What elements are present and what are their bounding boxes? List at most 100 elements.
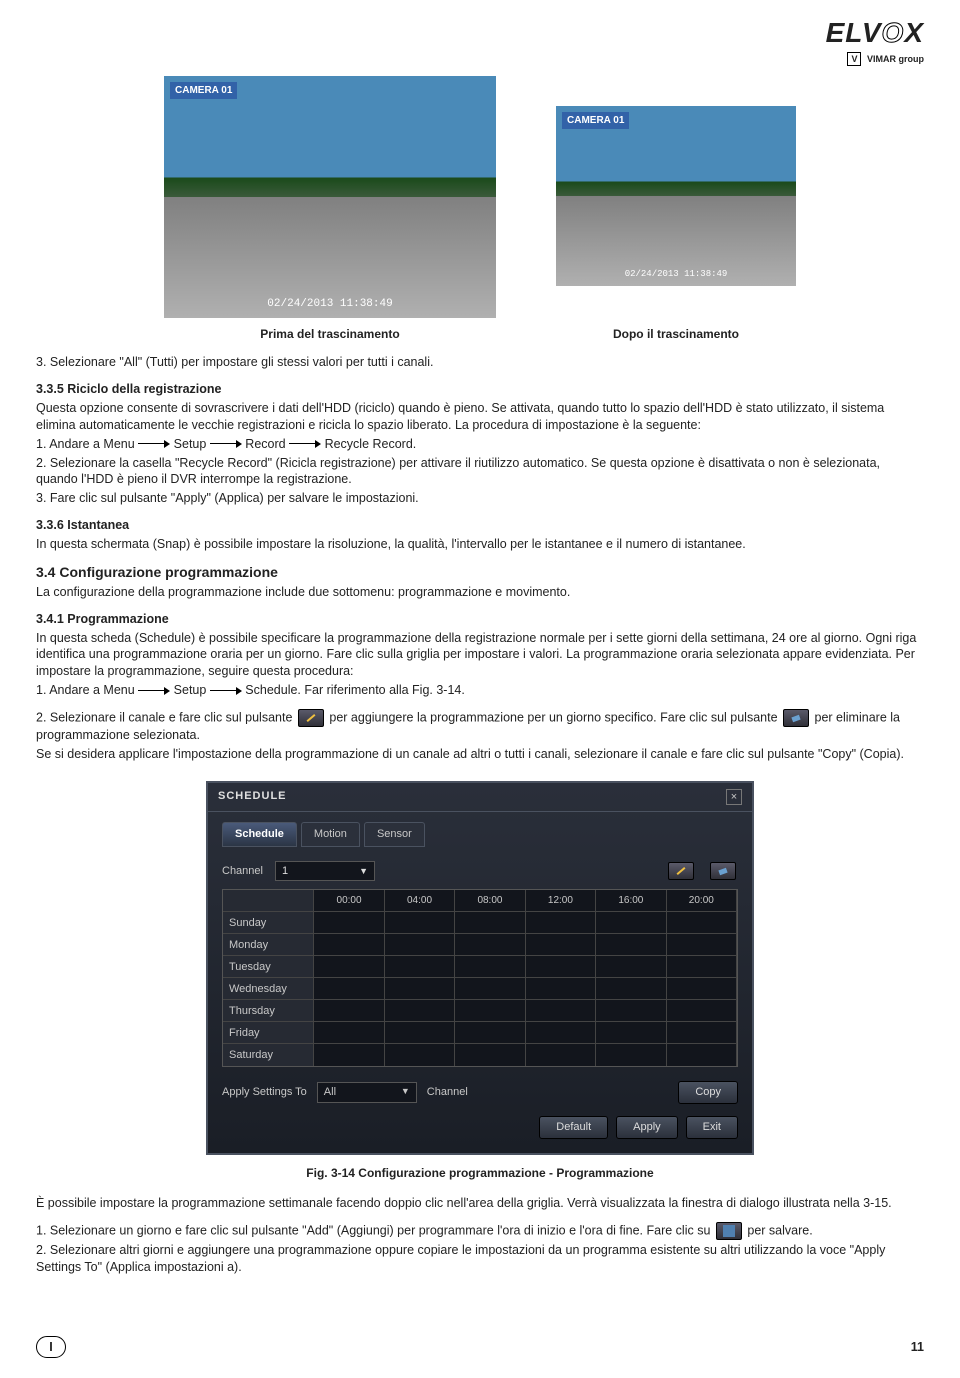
pencil-button[interactable] xyxy=(668,862,694,880)
chevron-down-icon: ▼ xyxy=(401,1085,410,1100)
eraser-button[interactable] xyxy=(710,862,736,880)
apply-button[interactable]: Apply xyxy=(616,1116,678,1139)
grid-cell[interactable] xyxy=(455,1000,525,1021)
grid-cell[interactable] xyxy=(526,956,596,977)
grid-cell[interactable] xyxy=(385,1022,455,1043)
channel-label2: Channel xyxy=(427,1085,468,1100)
camera-before: CAMERA 01 02/24/2013 11:38:49 xyxy=(164,76,496,318)
grid-cell[interactable] xyxy=(314,1022,384,1043)
header: ELVOX V VIMAR group xyxy=(36,14,924,66)
body-text: Se si desidera applicare l'impostazione … xyxy=(36,746,924,763)
body-text: 2. Selezionare la casella "Recycle Recor… xyxy=(36,455,924,489)
grid-header: 12:00 xyxy=(526,890,596,911)
nav-path: 1. Andare a Menu Setup Record Recycle Re… xyxy=(36,436,924,453)
caption-after: Dopo il trascinamento xyxy=(556,326,796,342)
grid-cell[interactable] xyxy=(526,934,596,955)
grid-cell[interactable] xyxy=(455,978,525,999)
grid-day: Friday xyxy=(223,1022,314,1043)
page-number: 11 xyxy=(911,1339,924,1356)
section-335-title: 3.3.5 Riciclo della registrazione xyxy=(36,381,924,398)
grid-day: Monday xyxy=(223,934,314,955)
page-footer: I 11 xyxy=(36,1336,924,1358)
grid-cell[interactable] xyxy=(385,1000,455,1021)
grid-cell[interactable] xyxy=(596,956,666,977)
exit-button[interactable]: Exit xyxy=(686,1116,738,1139)
text-step3: 3. Selezionare "All" (Tutti) per imposta… xyxy=(36,354,924,371)
pencil-button-icon xyxy=(298,709,324,727)
grid-cell[interactable] xyxy=(596,1000,666,1021)
apply-to-select[interactable]: All▼ xyxy=(317,1082,417,1103)
body-text: 1. Selezionare un giorno e fare clic sul… xyxy=(36,1222,924,1240)
grid-cell[interactable] xyxy=(314,912,384,933)
camera-timestamp: 02/24/2013 11:38:49 xyxy=(267,297,392,312)
tab-motion[interactable]: Motion xyxy=(301,822,360,847)
language-badge: I xyxy=(36,1336,66,1358)
save-button-icon xyxy=(716,1222,742,1240)
copy-button[interactable]: Copy xyxy=(678,1081,738,1104)
grid-cell[interactable] xyxy=(455,1044,525,1066)
grid-cell[interactable] xyxy=(596,912,666,933)
grid-cell[interactable] xyxy=(526,1000,596,1021)
body-text: La configurazione della programmazione i… xyxy=(36,584,924,601)
grid-day: Tuesday xyxy=(223,956,314,977)
section-336-title: 3.3.6 Istantanea xyxy=(36,517,924,534)
grid-cell[interactable] xyxy=(667,1044,737,1066)
section-341-title: 3.4.1 Programmazione xyxy=(36,611,924,628)
tab-schedule[interactable]: Schedule xyxy=(222,822,297,847)
grid-cell[interactable] xyxy=(526,1022,596,1043)
grid-corner xyxy=(223,890,314,911)
chevron-down-icon: ▼ xyxy=(359,865,368,877)
grid-cell[interactable] xyxy=(385,912,455,933)
grid-cell[interactable] xyxy=(314,934,384,955)
arrow-icon xyxy=(210,687,242,695)
channel-select[interactable]: 1▼ xyxy=(275,861,375,882)
grid-cell[interactable] xyxy=(667,978,737,999)
grid-cell[interactable] xyxy=(385,1044,455,1066)
grid-header: 08:00 xyxy=(455,890,525,911)
grid-cell[interactable] xyxy=(526,912,596,933)
body-text: In questa schermata (Snap) è possibile i… xyxy=(36,536,924,553)
grid-cell[interactable] xyxy=(667,1000,737,1021)
figure-caption: Fig. 3-14 Configurazione programmazione … xyxy=(36,1165,924,1181)
grid-cell[interactable] xyxy=(596,1022,666,1043)
dialog-title: SCHEDULE xyxy=(218,789,287,805)
grid-cell[interactable] xyxy=(385,934,455,955)
camera-label: CAMERA 01 xyxy=(170,82,237,100)
grid-cell[interactable] xyxy=(455,956,525,977)
grid-cell[interactable] xyxy=(596,934,666,955)
grid-cell[interactable] xyxy=(455,912,525,933)
grid-cell[interactable] xyxy=(314,978,384,999)
brand-logo: ELVOX V VIMAR group xyxy=(826,14,924,66)
grid-cell[interactable] xyxy=(314,1044,384,1066)
grid-cell[interactable] xyxy=(526,978,596,999)
eraser-button-icon xyxy=(783,709,809,727)
grid-cell[interactable] xyxy=(596,978,666,999)
grid-cell[interactable] xyxy=(455,1022,525,1043)
body-text: 2. Selezionare altri giorni e aggiungere… xyxy=(36,1242,924,1276)
grid-cell[interactable] xyxy=(667,1022,737,1043)
schedule-grid[interactable]: 00:00 04:00 08:00 12:00 16:00 20:00 Sund… xyxy=(222,889,738,1067)
grid-cell[interactable] xyxy=(314,956,384,977)
grid-cell[interactable] xyxy=(385,956,455,977)
grid-cell[interactable] xyxy=(667,912,737,933)
grid-cell[interactable] xyxy=(385,978,455,999)
close-button[interactable]: × xyxy=(726,789,742,805)
schedule-dialog: SCHEDULE × Schedule Motion Sensor Channe… xyxy=(206,781,754,1155)
body-text: È possibile impostare la programmazione … xyxy=(36,1195,924,1212)
section-34-title: 3.4 Configurazione programmazione xyxy=(36,563,924,582)
grid-cell[interactable] xyxy=(596,1044,666,1066)
default-button[interactable]: Default xyxy=(539,1116,608,1139)
grid-cell[interactable] xyxy=(455,934,525,955)
tab-sensor[interactable]: Sensor xyxy=(364,822,425,847)
tab-bar: Schedule Motion Sensor xyxy=(222,822,738,847)
arrow-icon xyxy=(138,440,170,448)
grid-cell[interactable] xyxy=(667,956,737,977)
body-text: Questa opzione consente di sovrascrivere… xyxy=(36,400,924,434)
grid-cell[interactable] xyxy=(526,1044,596,1066)
arrow-icon xyxy=(289,440,321,448)
grid-day: Wednesday xyxy=(223,978,314,999)
grid-cell[interactable] xyxy=(667,934,737,955)
body-text: In questa scheda (Schedule) è possibile … xyxy=(36,630,924,681)
arrow-icon xyxy=(138,687,170,695)
grid-cell[interactable] xyxy=(314,1000,384,1021)
